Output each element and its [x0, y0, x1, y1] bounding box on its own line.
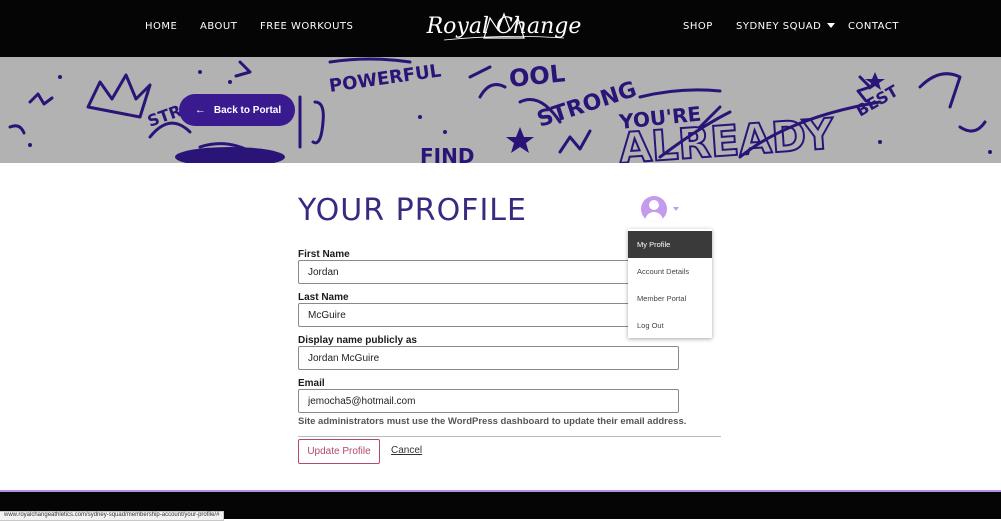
doodle-artwork-icon: POWERFUL OOL STRONG YOU'RE ALREADY FIND …: [8, 57, 992, 163]
nav-sydney-squad[interactable]: SYDNEY SQUAD: [736, 21, 836, 32]
nav-free-workouts[interactable]: FREE WORKOUTS: [260, 21, 353, 32]
menu-item-account-details[interactable]: Account Details: [628, 258, 712, 285]
svg-text:FIND: FIND: [420, 144, 474, 163]
nav-shop[interactable]: SHOP: [683, 21, 713, 32]
chevron-down-icon: [827, 23, 836, 28]
update-profile-button[interactable]: Update Profile: [298, 439, 380, 464]
form-divider: [298, 436, 721, 437]
logo-text: Royal Change: [426, 14, 582, 39]
arrow-left-icon: ←: [194, 104, 206, 116]
cancel-link[interactable]: Cancel: [391, 445, 422, 456]
user-avatar-icon[interactable]: [641, 196, 667, 222]
nav-about[interactable]: ABOUT: [200, 21, 237, 32]
menu-item-log-out[interactable]: Log Out: [628, 312, 712, 339]
svg-text:OOL: OOL: [508, 59, 567, 93]
display-name-label: Display name publicly as: [298, 335, 417, 346]
svg-text:POWERFUL: POWERFUL: [328, 60, 443, 97]
first-name-input[interactable]: [298, 260, 679, 284]
menu-item-member-portal[interactable]: Member Portal: [628, 285, 712, 312]
page-title: YOUR PROFILE: [298, 193, 527, 228]
first-name-label: First Name: [298, 249, 350, 260]
last-name-label: Last Name: [298, 292, 349, 303]
doodle-banner: POWERFUL OOL STRONG YOU'RE ALREADY FIND …: [0, 57, 1001, 163]
browser-status-url: www.royalchangeathletics.com/sydney-squa…: [0, 511, 225, 521]
display-name-input[interactable]: [298, 346, 679, 370]
email-hint-text: Site administrators must use the WordPre…: [298, 416, 687, 427]
site-logo[interactable]: Royal Change: [424, 8, 584, 50]
back-to-portal-label: Back to Portal: [213, 104, 282, 116]
last-name-input[interactable]: [298, 303, 679, 327]
chevron-down-icon[interactable]: [673, 207, 679, 211]
back-to-portal-button[interactable]: ← Back to Portal: [179, 94, 295, 126]
nav-home[interactable]: HOME: [145, 21, 177, 32]
top-navigation: HOME ABOUT FREE WORKOUTS Royal Change SH…: [0, 0, 1001, 57]
nav-sydney-squad-label: SYDNEY SQUAD: [736, 21, 822, 32]
account-dropdown-menu: My Profile Account Details Member Portal…: [628, 229, 712, 338]
email-label: Email: [298, 378, 325, 389]
nav-contact[interactable]: CONTACT: [848, 21, 899, 32]
menu-item-my-profile[interactable]: My Profile: [628, 231, 712, 258]
email-input[interactable]: [298, 389, 679, 413]
